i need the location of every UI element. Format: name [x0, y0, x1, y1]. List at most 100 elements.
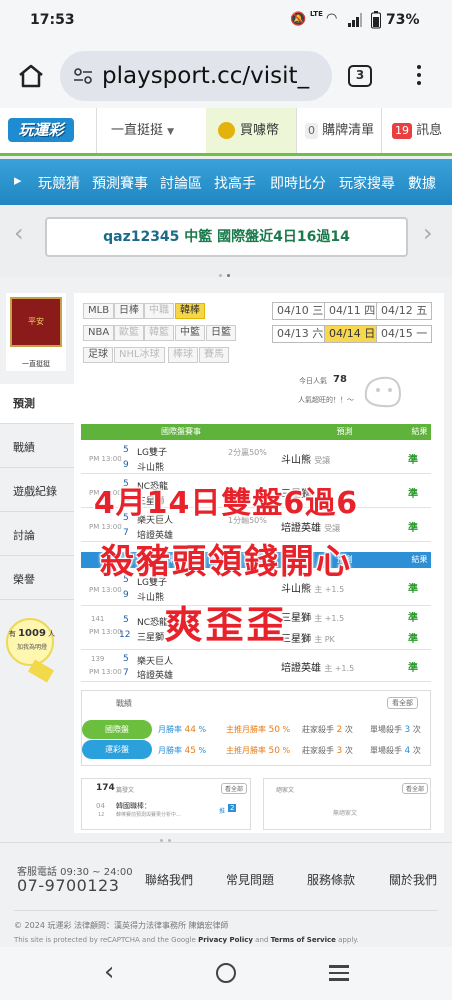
stat-winrate-label: 月勝率: [158, 725, 182, 734]
chevron-left-icon[interactable]: ‹: [14, 219, 24, 247]
posts-more-button[interactable]: 看全部: [221, 783, 248, 794]
browser-toolbar: playsport.cc/visit_ 3: [0, 42, 452, 108]
caret-down-icon: ▼: [167, 127, 175, 137]
date-0410[interactable]: 04/10 三: [272, 302, 329, 320]
league-mlb[interactable]: MLB: [83, 303, 115, 319]
league-euro-bball[interactable]: 歐籃: [114, 325, 144, 341]
nav-item-experts[interactable]: 找高手: [214, 173, 256, 193]
footer-copyright: © 2024 玩運彩 法律顧問：漢英得力法律事務所 陳鎮宏律師: [14, 921, 229, 930]
nav-item-guess[interactable]: 玩競猜: [38, 173, 80, 193]
pick-text: 培證英雄 主 +1.5: [281, 659, 354, 674]
nav-item-data[interactable]: 數據: [408, 173, 436, 193]
stats-more-button[interactable]: 看全部: [387, 697, 418, 709]
league-jp-bball[interactable]: 日籃: [206, 325, 236, 341]
footer-link-terms[interactable]: 服務條款: [307, 871, 355, 888]
buy-coin-button[interactable]: 買噱幣: [206, 108, 296, 153]
back-icon[interactable]: ‹: [104, 957, 114, 987]
profile-name: 一直挺挺: [22, 360, 50, 368]
main-nav: ▸ 玩競猜 預測賽事 討論區 找高手 即時比分 玩家搜尋 數據: [0, 159, 452, 205]
avatar[interactable]: 平安: [10, 297, 62, 347]
date-0412[interactable]: 04/12 五: [376, 302, 433, 320]
recents-icon[interactable]: [329, 965, 349, 981]
league-nba[interactable]: NBA: [83, 325, 115, 341]
pick-note: 主 +1.5: [324, 664, 355, 673]
user-dropdown-label: 一直挺挺: [111, 123, 164, 138]
pick-note: 受讓: [314, 456, 331, 465]
stat-winrate: 月勝率 45 %: [158, 746, 207, 756]
game-time: PM 13:00: [89, 523, 122, 531]
ticker-user: qaz12345: [103, 229, 180, 245]
date-0411[interactable]: 04/11 四: [324, 302, 381, 320]
league-cpbl[interactable]: 中職: [144, 303, 174, 319]
terms-link[interactable]: Terms of Service: [271, 936, 336, 944]
date-0413[interactable]: 04/13 六: [272, 325, 329, 343]
user-dropdown[interactable]: 一直挺挺 ▼: [96, 108, 206, 153]
tab-count-button[interactable]: 3: [348, 65, 372, 87]
table1-header-pick: 預測: [281, 424, 408, 440]
post-badge: 2: [228, 804, 237, 812]
messages-count: 19: [392, 123, 412, 139]
stat-streak: 莊家殺手 3 次: [302, 746, 353, 756]
stat-main-value: 50: [268, 746, 280, 756]
league-soccer[interactable]: 足球: [83, 347, 113, 363]
address-bar[interactable]: playsport.cc/visit_: [60, 51, 332, 101]
clock: 17:53: [30, 12, 75, 28]
battery-icon: [371, 11, 381, 29]
league-npb[interactable]: 日棒: [114, 303, 144, 319]
footer-link-faq[interactable]: 常見問題: [226, 871, 274, 888]
league-baseball[interactable]: 棒球: [168, 347, 198, 363]
league-kbl[interactable]: 韓籃: [144, 325, 174, 341]
ticker-message[interactable]: qaz12345 中籃 國際盤近4日16過14: [45, 217, 408, 257]
privacy-link[interactable]: Privacy Policy: [198, 936, 253, 944]
stat-winrate-value: 45: [184, 746, 196, 756]
stat-main-label: 主推月勝率: [226, 746, 266, 755]
today-popularity-sub: 人氣超旺的！！～: [298, 396, 354, 404]
sidebar-item-record[interactable]: 戰績: [0, 428, 74, 468]
post-tag: 推: [219, 808, 226, 815]
pick-team: 培證英雄: [281, 663, 321, 674]
system-nav-bar: ‹: [0, 947, 452, 1000]
menu-icon[interactable]: [414, 64, 424, 88]
league-cn-bball[interactable]: 中籃: [175, 325, 205, 341]
team-seed: 5: [123, 654, 129, 664]
cart-button[interactable]: 0 購牌清單: [296, 108, 381, 153]
signal-icon: [348, 13, 362, 27]
stat-streak-label: 莊家殺手: [302, 746, 334, 755]
chevron-right-icon[interactable]: ›: [423, 219, 433, 247]
site-logo[interactable]: 玩運彩: [8, 118, 74, 142]
nav-item-player-search[interactable]: 玩家搜尋: [339, 173, 395, 193]
date-0414[interactable]: 04/14 日: [324, 325, 381, 343]
game-time: PM 13:00: [89, 586, 122, 594]
post-title[interactable]: 韓國職棒：: [116, 801, 151, 811]
footer-link-contact[interactable]: 聯絡我們: [145, 871, 193, 888]
messages-button[interactable]: 19 訊息: [381, 108, 452, 153]
home-icon[interactable]: [18, 64, 44, 88]
stat-winrate: 月勝率 44 %: [158, 725, 207, 735]
league-kbo[interactable]: 韓棒: [175, 303, 205, 319]
footer-phone[interactable]: 07-9700123: [17, 876, 119, 895]
stat-single: 單場殺手 4 次: [370, 746, 421, 756]
overlay-line-3: 爽歪歪: [164, 603, 288, 647]
site-settings-icon[interactable]: [74, 68, 92, 84]
stat-single-label: 單場殺手: [370, 725, 402, 734]
stat-streak-label: 莊家殺手: [302, 725, 334, 734]
home-circle-icon[interactable]: [216, 963, 236, 983]
url-text: playsport.cc/visit_: [102, 63, 310, 89]
date-0415[interactable]: 04/15 一: [376, 325, 433, 343]
table1-header-result: 結果: [408, 424, 431, 440]
fav-more-button[interactable]: 看全部: [402, 783, 429, 794]
recaptcha-and: and: [252, 936, 271, 944]
ticker-banner: ‹ qaz12345 中籃 國際盤近4日16過14 ›: [0, 205, 452, 296]
team-seed: 7: [123, 668, 129, 678]
nav-item-live-score[interactable]: 即時比分: [270, 173, 326, 193]
footer-link-about[interactable]: 關於我們: [389, 871, 437, 888]
footer-divider: [14, 910, 438, 911]
league-horse[interactable]: 賽馬: [199, 347, 229, 363]
game-time: PM 13:00: [89, 455, 122, 463]
sidebar-item-predict[interactable]: 預測: [0, 384, 74, 424]
post-date-2: 12: [98, 812, 105, 818]
nav-item-predict[interactable]: 預測賽事: [92, 173, 148, 193]
nav-item-forum[interactable]: 討論區: [160, 173, 202, 193]
game-id: 139: [91, 655, 105, 663]
league-nhl[interactable]: NHL冰球: [114, 347, 165, 363]
